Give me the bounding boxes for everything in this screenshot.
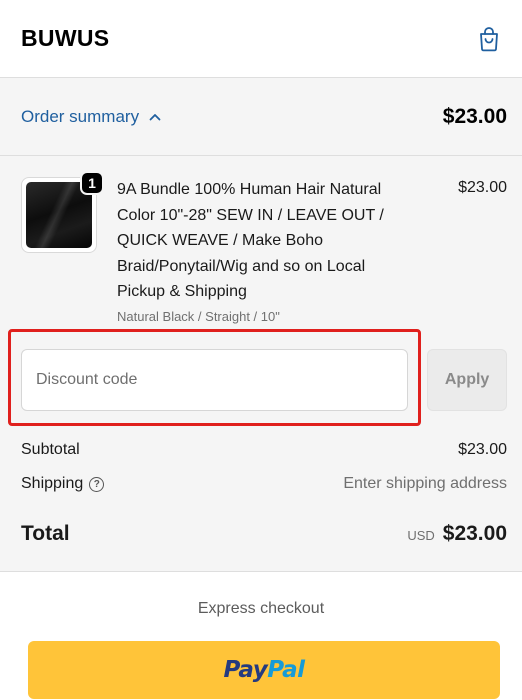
order-summary-label: Order summary: [21, 106, 140, 126]
store-logo[interactable]: BUWUS: [21, 25, 109, 52]
shipping-row: Shipping ? Enter shipping address: [21, 475, 507, 493]
subtotal-label: Subtotal: [21, 441, 80, 458]
order-summary-toggle[interactable]: Order summary: [21, 107, 161, 127]
total-amount: $23.00: [442, 522, 507, 545]
shipping-value: Enter shipping address: [343, 475, 507, 492]
subtotal-row: Subtotal $23.00: [21, 441, 507, 459]
paypal-button[interactable]: PayPal: [28, 641, 500, 699]
apply-button[interactable]: Apply: [427, 349, 507, 411]
product-title: 9A Bundle 100% Human Hair Natural Color …: [117, 181, 384, 300]
paypal-logo: PayPal: [223, 657, 306, 683]
header: BUWUS: [0, 0, 522, 78]
quantity-badge: 1: [80, 171, 104, 195]
order-details: 1 9A Bundle 100% Human Hair Natural Colo…: [0, 156, 522, 572]
shopping-bag-icon: [480, 26, 498, 51]
product-info: 9A Bundle 100% Human Hair Natural Color …: [117, 177, 458, 324]
summary-total: $23.00: [442, 104, 507, 128]
product-price: $23.00: [458, 179, 507, 196]
subtotal-value: $23.00: [458, 441, 507, 458]
discount-row: Apply: [21, 349, 507, 411]
total-label: Total: [21, 522, 70, 545]
discount-code-input[interactable]: [21, 349, 409, 411]
express-checkout-label: Express checkout: [197, 600, 325, 617]
chevron-up-icon: [149, 113, 161, 120]
shipping-label: Shipping: [21, 475, 84, 492]
cart-button[interactable]: [474, 24, 504, 54]
product-variant: Natural Black / Straight / 10": [117, 308, 280, 324]
question-circle-icon[interactable]: ?: [89, 476, 105, 492]
currency-code: USD: [407, 528, 435, 543]
order-summary-bar: Order summary $23.00: [0, 78, 522, 156]
product-thumbnail: 1: [21, 171, 104, 255]
total-row: Total USD $23.00: [21, 522, 507, 546]
line-item: 1 9A Bundle 100% Human Hair Natural Colo…: [21, 171, 507, 324]
